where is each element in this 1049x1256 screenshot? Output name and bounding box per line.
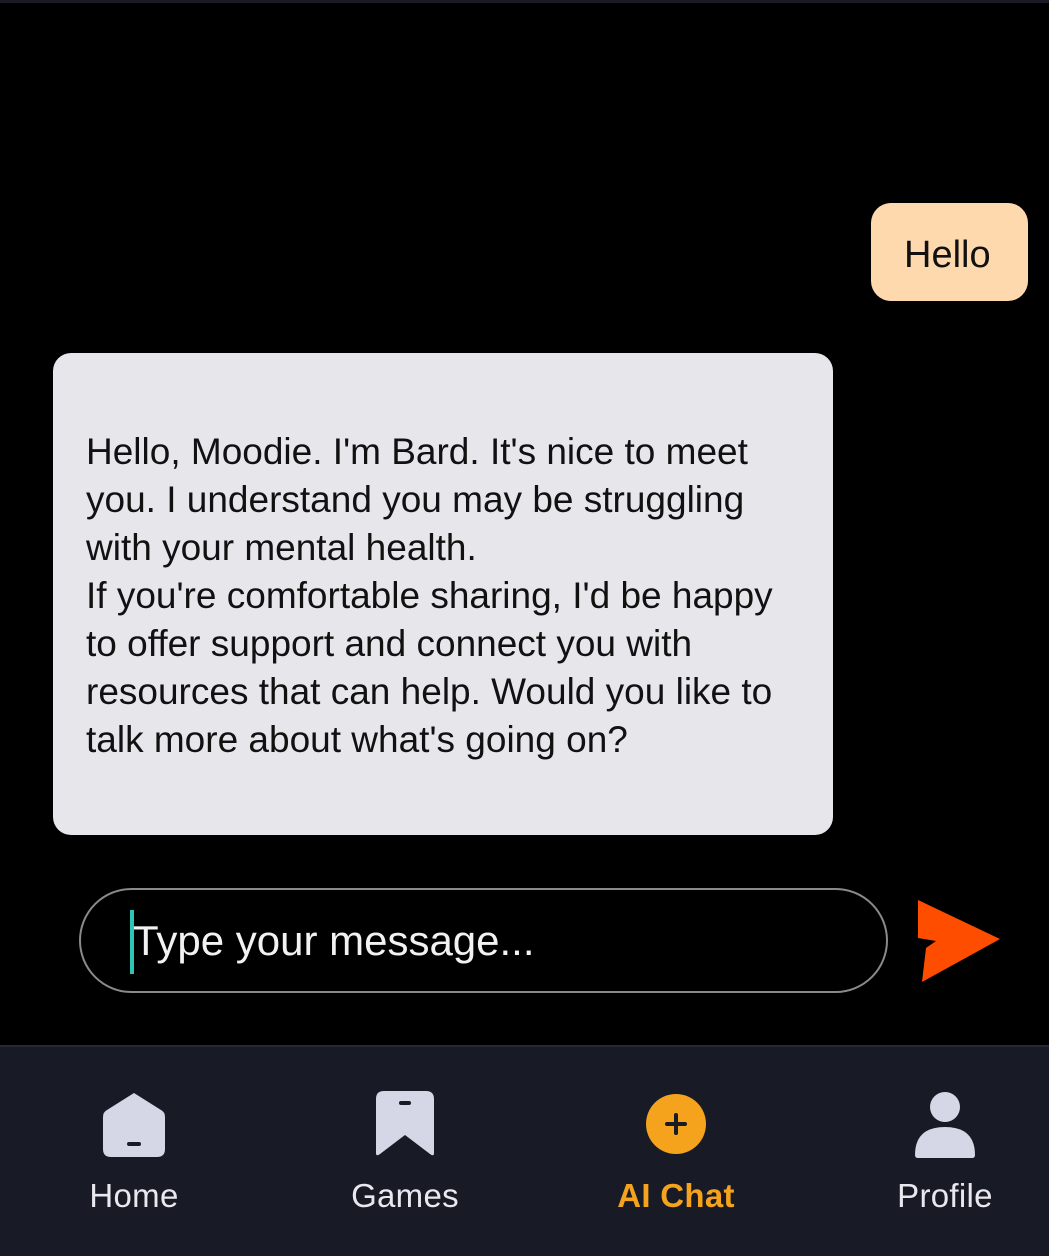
- send-button[interactable]: [914, 898, 1002, 984]
- text-caret: [130, 910, 134, 974]
- nav-label-profile: Profile: [897, 1177, 993, 1214]
- message-input[interactable]: [133, 908, 833, 974]
- home-icon: [103, 1093, 165, 1157]
- user-message-bubble: Hello: [871, 203, 1028, 301]
- nav-item-ai-chat[interactable]: AI Chat: [545, 1047, 807, 1256]
- nav-item-home[interactable]: Home: [3, 1047, 265, 1256]
- bot-message-bubble: Hello, Moodie. I'm Bard. It's nice to me…: [53, 353, 833, 835]
- profile-icon: [915, 1092, 975, 1158]
- bot-message-text: Hello, Moodie. I'm Bard. It's nice to me…: [86, 431, 773, 760]
- nav-label-home: Home: [89, 1177, 179, 1214]
- add-chat-icon: [646, 1094, 706, 1154]
- user-message-text: Hello: [904, 234, 991, 276]
- status-divider: [0, 0, 1049, 3]
- nav-label-ai-chat: AI Chat: [617, 1177, 735, 1214]
- games-icon: [376, 1091, 434, 1156]
- bottom-navigation: Home Games AI Chat Profile: [0, 1045, 1049, 1256]
- nav-item-profile[interactable]: Profile: [814, 1047, 1049, 1256]
- send-arrow-icon: [918, 900, 1000, 982]
- chat-screen: Hello Hello, Moodie. I'm Bard. It's nice…: [0, 0, 1049, 1256]
- message-input-container[interactable]: [79, 888, 888, 993]
- nav-item-games[interactable]: Games: [274, 1047, 536, 1256]
- nav-label-games: Games: [351, 1177, 459, 1214]
